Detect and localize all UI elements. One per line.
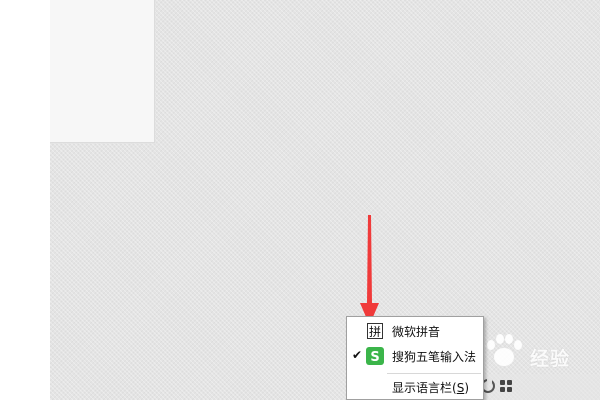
red-arrow-annotation xyxy=(360,215,379,325)
pinyin-icon-glyph: 拼 xyxy=(367,323,383,339)
label-prefix: 显示语言栏( xyxy=(392,381,457,395)
sogou-icon: S xyxy=(366,347,384,365)
desktop-left-edge xyxy=(0,0,50,400)
menu-item-label: 显示语言栏(S) xyxy=(392,379,469,396)
menu-item-sogou-wubi[interactable]: ✔ S 搜狗五笔输入法 xyxy=(348,344,482,368)
menu-separator xyxy=(387,373,481,374)
label-suffix: ) xyxy=(464,381,469,395)
svg-text:S: S xyxy=(370,350,379,365)
checkmark-icon: ✔ xyxy=(352,348,363,362)
watermark-text: 经验 xyxy=(530,348,571,370)
input-method-menu: 拼 微软拼音 ✔ S 搜狗五笔输入法 显示语言栏(S) xyxy=(346,316,484,400)
menu-item-show-language-bar[interactable]: 显示语言栏(S) xyxy=(348,375,482,399)
window-panel xyxy=(50,0,155,143)
paw-logo-icon xyxy=(487,334,522,366)
baidu-jingyan-watermark: 经验 xyxy=(472,326,600,374)
pinyin-icon: 拼 xyxy=(366,322,384,340)
menu-item-label: 搜狗五笔输入法 xyxy=(392,350,477,364)
menu-item-label: 微软拼音 xyxy=(392,325,441,339)
tray-settings-icon[interactable] xyxy=(498,378,514,394)
menu-item-microsoft-pinyin[interactable]: 拼 微软拼音 xyxy=(348,319,482,343)
